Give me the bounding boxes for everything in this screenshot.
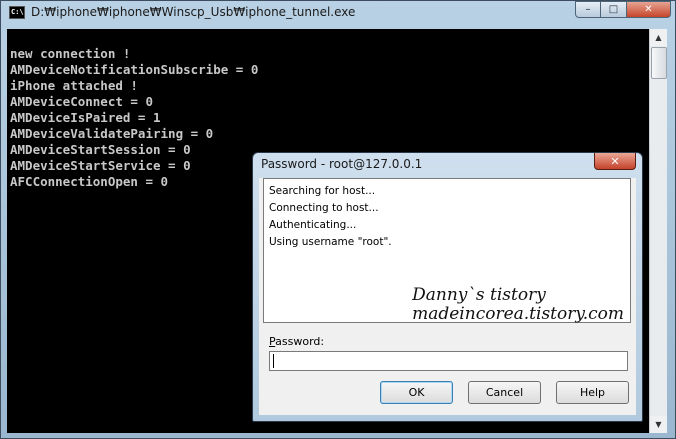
minimize-icon: – — [585, 4, 591, 15]
watermark: Danny`s tistory madeincorea.tistory.com — [412, 286, 624, 324]
dialog-close-button[interactable]: ✕ — [594, 153, 636, 170]
maximize-icon: □ — [608, 4, 619, 15]
password-label: Password: — [269, 335, 324, 348]
console-line: AMDeviceStartService = 0 — [10, 158, 191, 173]
dialog-client-area: Searching for host... Connecting to host… — [259, 178, 636, 415]
scroll-up-arrow-icon[interactable]: ▲ — [650, 29, 667, 46]
watermark-line1: Danny`s tistory — [412, 285, 546, 305]
console-lines: new connection ! AMDeviceNotificationSub… — [10, 46, 258, 190]
console-line: AMDeviceConnect = 0 — [10, 94, 153, 109]
close-icon: ✕ — [610, 154, 620, 168]
scrollbar-thumb[interactable] — [651, 47, 667, 79]
caption-buttons: – □ ✕ — [575, 1, 671, 19]
scroll-down-arrow-icon[interactable]: ▼ — [650, 416, 667, 433]
log-line: Using username "root". — [269, 236, 392, 248]
password-input[interactable] — [269, 351, 628, 371]
minimize-button[interactable]: – — [575, 1, 601, 18]
close-button[interactable]: ✕ — [627, 1, 671, 18]
maximize-button[interactable]: □ — [601, 1, 627, 18]
console-line: AMDeviceStartSession = 0 — [10, 142, 191, 157]
watermark-line2: madeincorea.tistory.com — [412, 304, 624, 324]
text-caret — [273, 354, 274, 368]
console-line: new connection ! — [10, 46, 131, 61]
cancel-button[interactable]: Cancel — [468, 381, 541, 404]
console-line: AFCConnectionOpen = 0 — [10, 174, 169, 189]
log-line: Authenticating... — [269, 219, 357, 231]
log-line: Connecting to host... — [269, 202, 379, 214]
console-line: iPhone attached ! — [10, 78, 138, 93]
password-label-rest: assword: — [275, 335, 325, 348]
close-icon: ✕ — [644, 4, 653, 15]
console-app-icon[interactable]: C:\ — [9, 6, 25, 19]
log-lines: Searching for host... Connecting to host… — [269, 183, 392, 251]
console-title: D:₩iphone₩iphone₩Winscp_Usb₩iphone_tunne… — [31, 5, 356, 19]
dialog-title: Password - root@127.0.0.1 — [261, 157, 423, 171]
connection-log[interactable]: Searching for host... Connecting to host… — [263, 178, 631, 324]
help-button[interactable]: Help — [556, 381, 629, 404]
log-line: Searching for host... — [269, 185, 376, 197]
console-line: AMDeviceIsPaired = 1 — [10, 110, 161, 125]
console-line: AMDeviceNotificationSubscribe = 0 — [10, 62, 259, 77]
ok-button[interactable]: OK — [380, 381, 453, 404]
console-scrollbar[interactable]: ▲ ▼ — [649, 29, 667, 433]
password-dialog: Password - root@127.0.0.1 ✕ Searching fo… — [252, 152, 643, 422]
console-line: AMDeviceValidatePairing = 0 — [10, 126, 214, 141]
console-titlebar[interactable]: C:\ D:₩iphone₩iphone₩Winscp_Usb₩iphone_t… — [1, 1, 675, 25]
